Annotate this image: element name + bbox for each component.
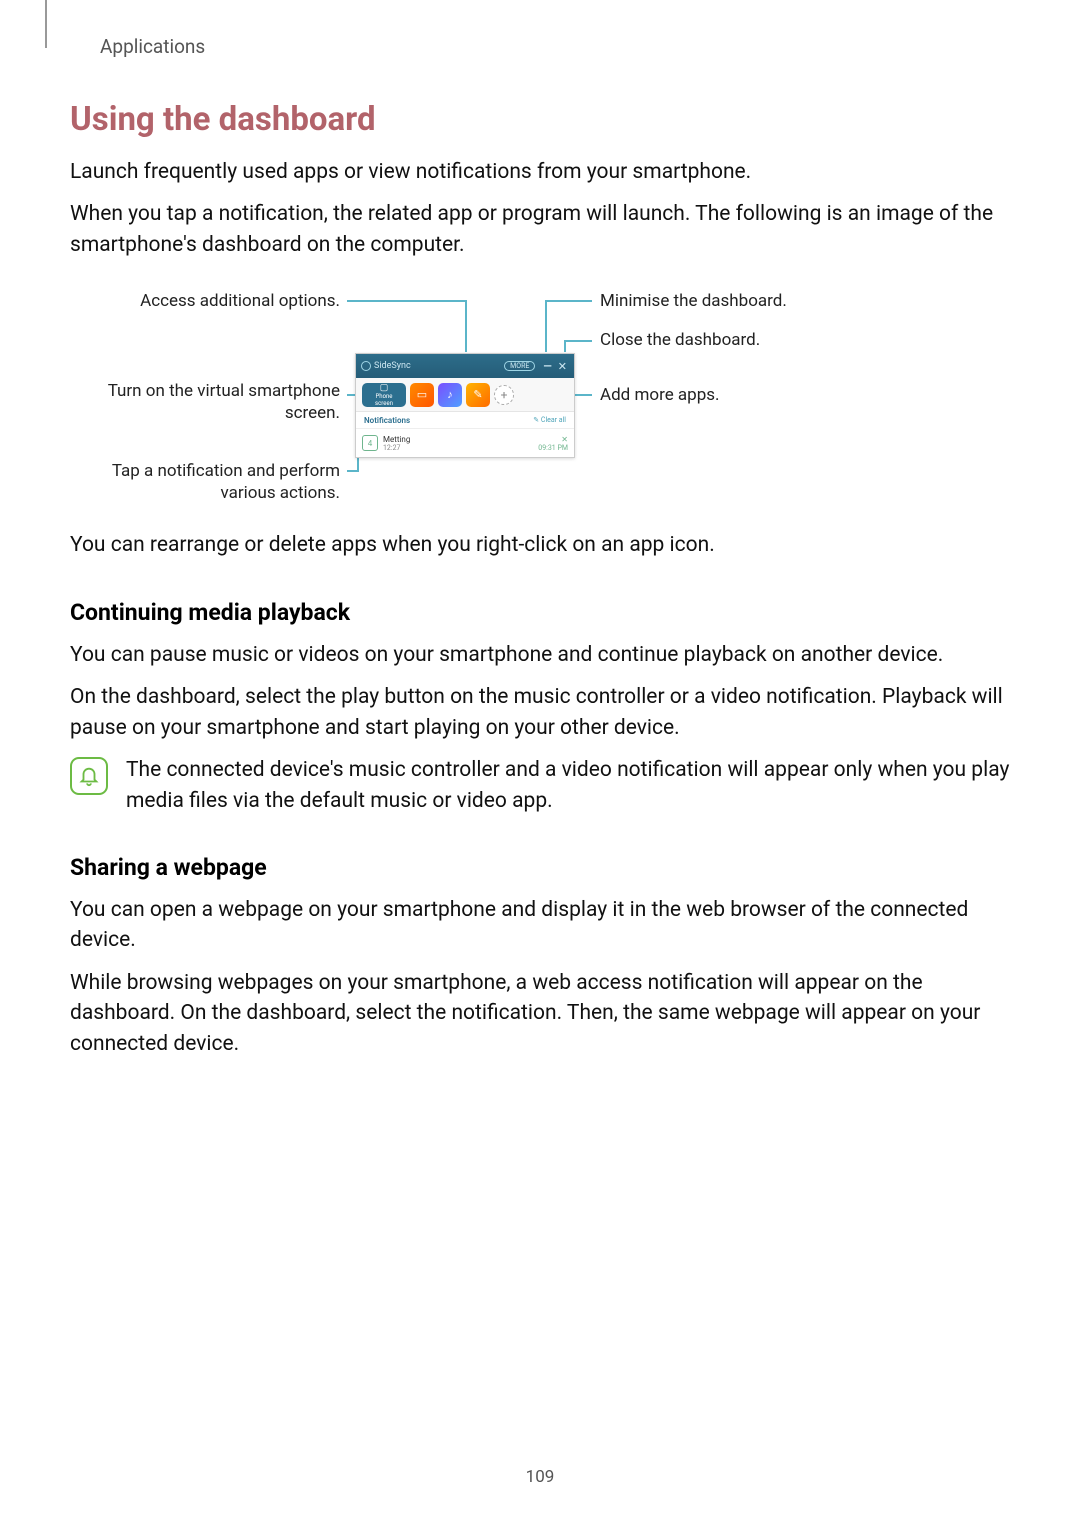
intro-paragraph-1: Launch frequently used apps or view noti… <box>70 157 1010 187</box>
callout-virtual-phone: Turn on the virtual smartphone screen. <box>108 381 340 424</box>
media-paragraph-1: You can pause music or videos on your sm… <box>70 640 1010 670</box>
after-diagram-text: You can rearrange or delete apps when yo… <box>70 530 1010 560</box>
leader-line <box>564 340 566 352</box>
phone-label: Phone <box>375 393 392 400</box>
myfiles-app-icon[interactable]: ✎ <box>466 383 490 407</box>
callout-tap-notif-l1: Tap a notification and perform <box>112 461 340 481</box>
callout-access-options: Access additional options. <box>140 291 340 312</box>
close-button[interactable]: ✕ <box>558 360 567 373</box>
subheading-media-playback: Continuing media playback <box>70 599 1010 626</box>
breadcrumb: Applications <box>100 35 205 58</box>
notification-right: ✕ 09:31 PM <box>538 435 568 452</box>
note-text: The connected device's music controller … <box>126 755 1010 816</box>
sharing-paragraph-2: While browsing webpages on your smartpho… <box>70 968 1010 1059</box>
music-app-icon[interactable]: ♪ <box>438 383 462 407</box>
intro-paragraph-2: When you tap a notification, the related… <box>70 199 1010 260</box>
page-content: Using the dashboard Launch frequently us… <box>70 100 1010 1071</box>
media-paragraph-2: On the dashboard, select the play button… <box>70 682 1010 743</box>
notification-text: Metting 12:27 <box>383 435 533 452</box>
more-button[interactable]: MORE <box>504 361 535 371</box>
minimise-button[interactable]: — <box>543 360 551 373</box>
titlebar-left: SideSync <box>361 361 504 371</box>
dashboard-titlebar: SideSync MORE — ✕ <box>356 354 574 378</box>
page-number: 109 <box>0 1467 1080 1487</box>
subheading-sharing-webpage: Sharing a webpage <box>70 854 1010 881</box>
phone-sub: screen <box>375 400 393 407</box>
leader-line <box>347 300 467 302</box>
leader-line <box>465 300 467 352</box>
app-row: ▢ Phone screen ▭ ♪ ✎ + <box>356 378 574 412</box>
callout-tap-notif-l2: various actions. <box>221 483 341 503</box>
clear-all-button[interactable]: ✎ Clear all <box>533 416 566 424</box>
phone-icon: ▢ <box>380 383 389 393</box>
note-block: The connected device's music controller … <box>70 755 1010 816</box>
notifications-label: Notifications <box>364 416 410 425</box>
leader-line <box>545 300 592 302</box>
header-divider <box>45 0 47 48</box>
callout-tap-notification: Tap a notification and perform various a… <box>112 461 340 504</box>
callout-minimise: Minimise the dashboard. <box>600 291 787 312</box>
add-app-button[interactable]: + <box>494 385 514 405</box>
callout-add-apps: Add more apps. <box>600 385 720 406</box>
titlebar-text: SideSync <box>374 361 411 371</box>
leader-line <box>564 340 592 342</box>
dashboard-window: SideSync MORE — ✕ ▢ Phone screen ▭ ♪ ✎ +… <box>355 353 575 458</box>
notification-row[interactable]: 4 Metting 12:27 ✕ 09:31 PM <box>356 429 574 457</box>
bell-icon <box>70 757 108 795</box>
section-title: Using the dashboard <box>70 100 1010 139</box>
dashboard-diagram: Access additional options. Turn on the v… <box>70 278 1010 508</box>
callout-virtual-phone-l1: Turn on the virtual smartphone <box>108 381 340 401</box>
calendar-icon: 4 <box>362 435 378 451</box>
notification-dismiss-icon[interactable]: ✕ <box>561 435 568 444</box>
sidesync-icon <box>361 361 371 371</box>
notifications-header: Notifications ✎ Clear all <box>356 412 574 429</box>
phone-screen-button[interactable]: ▢ Phone screen <box>362 383 406 407</box>
notification-title: Metting <box>383 435 533 444</box>
gallery-app-icon[interactable]: ▭ <box>410 383 434 407</box>
callout-virtual-phone-l2: screen. <box>285 403 340 423</box>
notification-time: 09:31 PM <box>538 444 568 452</box>
leader-line <box>347 470 357 472</box>
callout-close: Close the dashboard. <box>600 330 760 351</box>
leader-line <box>545 300 547 352</box>
notification-subtext: 12:27 <box>383 444 533 452</box>
sharing-paragraph-1: You can open a webpage on your smartphon… <box>70 895 1010 956</box>
